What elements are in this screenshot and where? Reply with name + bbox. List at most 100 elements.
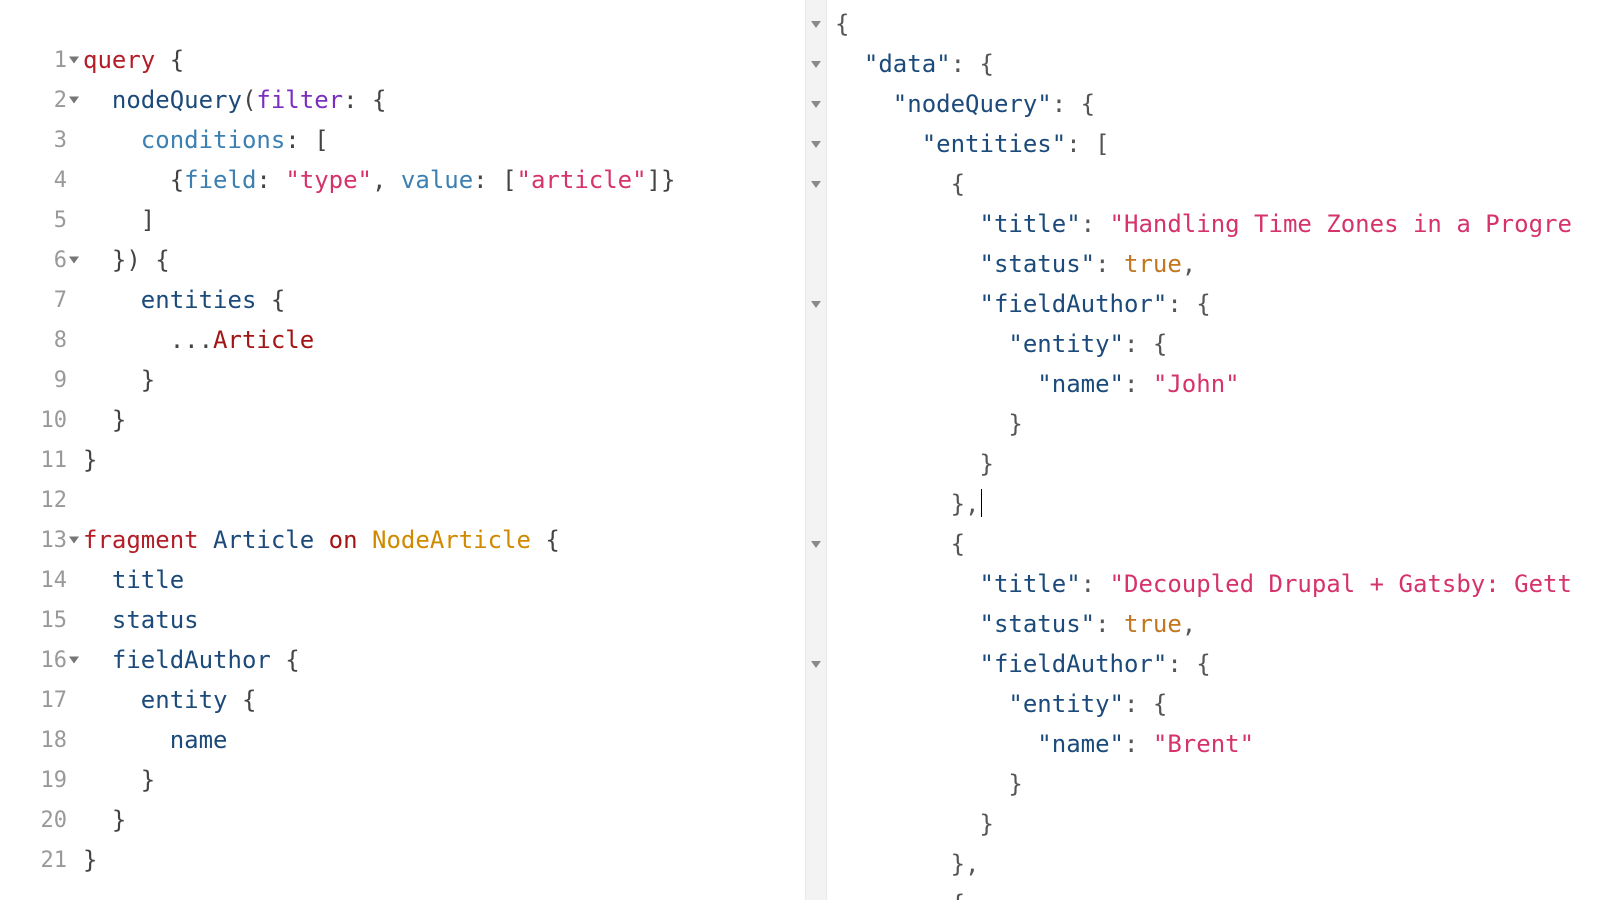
result-fold-gutter — [805, 0, 827, 900]
punct: : { — [1124, 330, 1167, 358]
json-string: "Decoupled Drupal + Gatsby: Gett — [1110, 570, 1572, 598]
field-name: name — [83, 726, 228, 754]
query-editor[interactable]: query { nodeQuery(filter: { conditions: … — [75, 0, 805, 900]
fold-marker-icon[interactable] — [69, 257, 79, 264]
bracket: ] — [83, 206, 155, 234]
result-pane[interactable]: { "data": { "nodeQuery": { "entities": [… — [827, 0, 1600, 900]
brace: { — [228, 686, 257, 714]
brace: } — [83, 806, 126, 834]
line-number-gutter: 1 2 3 4 5 6 7 8 9 10 11 12 13 14 15 16 1… — [0, 0, 75, 900]
line-number: 20 — [41, 808, 68, 833]
json-key-fieldauthor: "fieldAuthor" — [835, 650, 1167, 678]
json-key-status: "status" — [835, 610, 1095, 638]
brace: } — [83, 366, 155, 394]
brace: } — [835, 410, 1023, 438]
line-number: 2 — [54, 88, 67, 113]
json-key-nodequery: "nodeQuery" — [835, 90, 1052, 118]
fold-toggle-icon[interactable] — [811, 21, 821, 28]
text-cursor — [981, 489, 983, 517]
line-number: 15 — [41, 608, 68, 633]
json-key-entities: "entities" — [835, 130, 1066, 158]
line-number: 5 — [54, 208, 67, 233]
fold-toggle-icon[interactable] — [811, 181, 821, 188]
brace: { — [83, 166, 184, 194]
line-number: 3 — [54, 128, 67, 153]
arg-conditions: conditions — [83, 126, 285, 154]
json-key-fieldauthor: "fieldAuthor" — [835, 290, 1167, 318]
json-key-status: "status" — [835, 250, 1095, 278]
brace: } — [835, 810, 994, 838]
line-number: 4 — [54, 168, 67, 193]
fragment-ref-article: Article — [213, 326, 314, 354]
brace: { — [256, 286, 285, 314]
punct: : — [1081, 570, 1110, 598]
punct: : — [473, 166, 502, 194]
json-key-entity: "entity" — [835, 690, 1124, 718]
field-status: status — [83, 606, 199, 634]
field-entity: entity — [83, 686, 228, 714]
string-literal: "type" — [285, 166, 372, 194]
fold-marker-icon[interactable] — [69, 97, 79, 104]
json-key-title: "title" — [835, 210, 1081, 238]
line-number: 8 — [54, 328, 67, 353]
brace: }, — [835, 490, 980, 518]
arg-field: field — [184, 166, 256, 194]
fold-marker-icon[interactable] — [69, 57, 79, 64]
bracket: [ — [502, 166, 516, 194]
field-fieldauthor: fieldAuthor — [83, 646, 271, 674]
json-string: "John" — [1153, 370, 1240, 398]
fold-marker-icon[interactable] — [69, 537, 79, 544]
punct: : { — [1167, 290, 1210, 318]
line-number: 1 — [54, 48, 67, 73]
line-number: 16 — [41, 648, 68, 673]
brace: { — [835, 890, 965, 900]
brace: { — [271, 646, 300, 674]
brace: } — [835, 770, 1023, 798]
line-number: 14 — [41, 568, 68, 593]
fold-toggle-icon[interactable] — [811, 301, 821, 308]
punct: : { — [1124, 690, 1167, 718]
fold-toggle-icon[interactable] — [811, 61, 821, 68]
keyword-query: query — [83, 46, 155, 74]
json-bool: true — [1124, 250, 1182, 278]
fold-toggle-icon[interactable] — [811, 541, 821, 548]
punct: , — [1182, 610, 1196, 638]
punct: : — [1095, 250, 1124, 278]
field-nodeQuery: nodeQuery — [83, 86, 242, 114]
punct: : [ — [285, 126, 328, 154]
line-number: 9 — [54, 368, 67, 393]
keyword-fragment: fragment — [83, 526, 199, 554]
paren: ( — [242, 86, 256, 114]
brace: } — [83, 766, 155, 794]
arg-value: value — [401, 166, 473, 194]
graphiql-app: 1 2 3 4 5 6 7 8 9 10 11 12 13 14 15 16 1… — [0, 0, 1600, 900]
json-string: "Handling Time Zones in a Progre — [1110, 210, 1572, 238]
json-key-data: "data" — [835, 50, 951, 78]
punct: : — [256, 166, 285, 194]
punct: ]} — [647, 166, 676, 194]
fold-toggle-icon[interactable] — [811, 101, 821, 108]
punct: : — [1124, 370, 1153, 398]
fold-toggle-icon[interactable] — [811, 661, 821, 668]
brace: { — [835, 10, 849, 38]
line-number: 7 — [54, 288, 67, 313]
line-number: 18 — [41, 728, 68, 753]
type-nodearticle: NodeArticle — [372, 526, 531, 554]
spread-operator: ... — [83, 326, 213, 354]
fragment-name: Article — [213, 526, 314, 554]
punct: : { — [1052, 90, 1095, 118]
punct: : — [1124, 730, 1153, 758]
brace: } — [83, 446, 97, 474]
fold-marker-icon[interactable] — [69, 657, 79, 664]
fold-toggle-icon[interactable] — [811, 141, 821, 148]
brace: } — [83, 846, 97, 874]
punct: : { — [343, 86, 386, 114]
string-literal: "article" — [517, 166, 647, 194]
punct: : { — [951, 50, 994, 78]
punct: }) { — [83, 246, 170, 274]
line-number: 12 — [41, 488, 68, 513]
punct: : — [1095, 610, 1124, 638]
line-number: 11 — [41, 448, 68, 473]
keyword-on: on — [329, 526, 358, 554]
field-entities: entities — [83, 286, 256, 314]
